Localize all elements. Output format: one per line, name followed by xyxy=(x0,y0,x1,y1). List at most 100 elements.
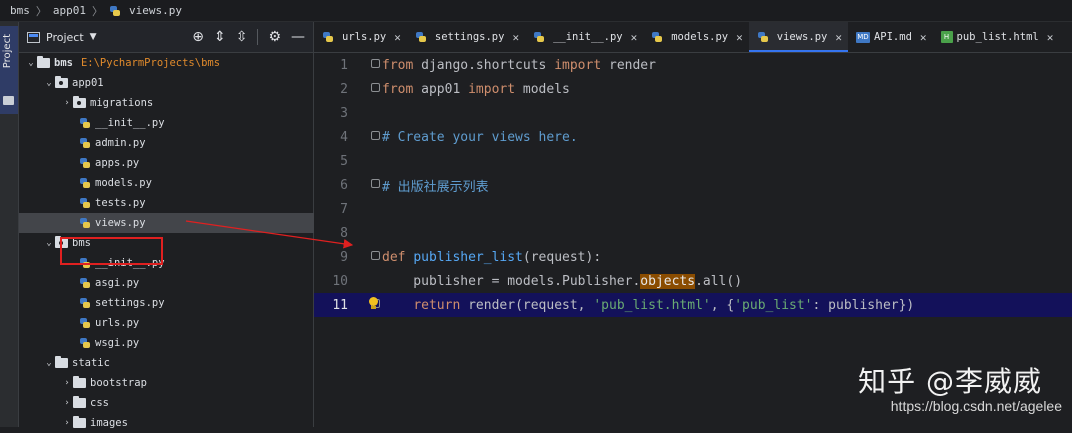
gutter xyxy=(348,269,382,293)
code-line[interactable]: 1 from django.shortcuts import render xyxy=(314,53,1072,77)
close-icon[interactable]: ✕ xyxy=(736,31,743,44)
tab-settings-py[interactable]: settings.py ✕ xyxy=(407,22,525,52)
project-tool-tab[interactable]: Project xyxy=(0,26,18,114)
tab-label: __init__.py xyxy=(553,31,623,43)
breadcrumb-item-views[interactable]: views.py xyxy=(109,4,182,17)
code-line[interactable]: 11 return render(request, 'pub_list.html… xyxy=(314,293,1072,317)
tab-label: urls.py xyxy=(342,31,387,43)
code-line[interactable]: 3 xyxy=(314,101,1072,125)
close-icon[interactable]: ✕ xyxy=(631,31,638,44)
tree-item-label: urls.py xyxy=(95,317,140,329)
code-line[interactable]: 7 xyxy=(314,197,1072,221)
code-line[interactable]: 10 publisher = models.Publisher.objects.… xyxy=(314,269,1072,293)
code-text: publisher = models.Publisher.objects.all… xyxy=(382,273,742,289)
lightbulb-icon[interactable] xyxy=(368,297,378,309)
fold-marker-icon[interactable] xyxy=(371,131,380,140)
line-number: 11 xyxy=(332,297,348,313)
tree-item-bms-root[interactable]: ⌄ bms E:\PycharmProjects\bms xyxy=(19,53,319,73)
tab-pub-list-html[interactable]: H pub_list.html ✕ xyxy=(933,22,1060,52)
tree-item-images[interactable]: › images xyxy=(19,413,355,433)
code-token: import xyxy=(554,57,602,73)
line-number: 9 xyxy=(340,249,348,265)
code-token: def xyxy=(382,249,414,265)
folder-icon xyxy=(37,56,50,68)
close-icon[interactable]: ✕ xyxy=(394,31,401,44)
tree-item-css[interactable]: › css xyxy=(19,393,355,413)
code-line[interactable]: 9 def publisher_list(request): xyxy=(314,245,1072,269)
tab-init-py[interactable]: __init__.py ✕ xyxy=(525,22,643,52)
fold-marker-icon[interactable] xyxy=(371,59,380,68)
watermark-url: https://blog.csdn.net/agelee xyxy=(890,398,1062,414)
chevron-right-icon: 〉 xyxy=(92,4,103,18)
watermark-text: 知乎 @李威威 xyxy=(858,365,1042,398)
project-tool-tab-label: Project xyxy=(2,34,13,69)
tool-window-strip: Project xyxy=(0,22,19,427)
tree-item-label: migrations xyxy=(90,97,154,109)
code-line[interactable]: 6 # 出版社展示列表 xyxy=(314,173,1072,197)
chevron-right-icon[interactable]: › xyxy=(61,398,73,408)
tab-label: models.py xyxy=(671,31,729,43)
project-view-selector[interactable]: Project xyxy=(46,31,84,44)
close-icon[interactable]: ✕ xyxy=(1047,31,1054,44)
fold-marker-icon[interactable] xyxy=(371,83,380,92)
project-panel: Project ▼ ⊕ ⇕ ⇳ ⚙ — ⌄ bms E:\PycharmProj… xyxy=(19,22,373,429)
code-token: import xyxy=(468,81,516,97)
close-icon[interactable]: ✕ xyxy=(920,31,927,44)
tab-urls-py[interactable]: urls.py ✕ xyxy=(314,22,407,52)
annotation-highlight-box xyxy=(60,237,163,265)
editor-tab-bar: urls.py ✕ settings.py ✕ __init__.py ✕ mo… xyxy=(314,22,1072,53)
chevron-down-icon[interactable]: ⌄ xyxy=(43,78,55,88)
code-line[interactable]: 2 from app01 import models xyxy=(314,77,1072,101)
python-file-icon xyxy=(79,337,91,349)
folder-icon xyxy=(73,376,86,388)
line-number: 7 xyxy=(340,201,348,217)
fold-marker-icon[interactable] xyxy=(371,179,380,188)
code-token: app01 xyxy=(413,81,469,97)
breadcrumb-item-bms[interactable]: bms xyxy=(10,4,30,17)
code-token: # 出版社展示列表 xyxy=(382,179,489,195)
tab-models-py[interactable]: models.py ✕ xyxy=(643,22,749,52)
chevron-down-icon[interactable]: ⌄ xyxy=(43,358,55,368)
code-token: 'pub_list' xyxy=(734,297,813,313)
gutter xyxy=(348,53,382,77)
python-file-icon xyxy=(79,197,91,209)
code-token: return xyxy=(413,297,461,313)
code-text: def publisher_list(request): xyxy=(382,250,601,265)
python-file-icon xyxy=(757,31,769,43)
tab-api-md[interactable]: MD API.md ✕ xyxy=(848,22,933,52)
gutter xyxy=(348,149,382,173)
tree-item-static[interactable]: ⌄ static xyxy=(19,353,337,373)
chevron-down-icon[interactable]: ▼ xyxy=(90,32,97,42)
hide-panel-icon[interactable]: — xyxy=(291,29,305,45)
gear-icon[interactable]: ⚙ xyxy=(268,29,281,45)
tree-item-bootstrap[interactable]: › bootstrap xyxy=(19,373,355,393)
gutter xyxy=(348,173,382,197)
html-file-icon: H xyxy=(940,31,953,43)
chevron-right-icon[interactable]: › xyxy=(61,378,73,388)
chevron-down-icon[interactable]: ⌄ xyxy=(25,58,37,68)
code-line[interactable]: 5 xyxy=(314,149,1072,173)
tree-item-app01[interactable]: ⌄ app01 xyxy=(19,73,337,93)
chevron-right-icon: 〉 xyxy=(35,4,47,18)
chevron-right-icon[interactable]: › xyxy=(61,98,73,108)
tree-item-migrations[interactable]: › migrations xyxy=(19,93,355,113)
breadcrumb-item-app01[interactable]: app01 xyxy=(53,4,86,17)
close-icon[interactable]: ✕ xyxy=(512,31,519,44)
python-file-icon xyxy=(651,31,663,43)
divider xyxy=(257,29,259,45)
collapse-all-icon[interactable]: ⇳ xyxy=(236,29,248,45)
code-line[interactable]: 8 xyxy=(314,221,1072,245)
tree-item-label: static xyxy=(72,357,110,369)
chevron-down-icon[interactable]: ⌄ xyxy=(43,238,55,248)
tab-views-py[interactable]: views.py ✕ xyxy=(748,22,849,52)
code-line[interactable]: 4 # Create your views here. xyxy=(314,125,1072,149)
line-number: 6 xyxy=(340,177,348,193)
code-token: (request): xyxy=(522,249,602,265)
expand-all-icon[interactable]: ⇕ xyxy=(214,29,226,45)
close-icon[interactable]: ✕ xyxy=(835,31,842,44)
code-token: from xyxy=(382,81,414,97)
code-token: publisher = models.Publisher. xyxy=(382,273,641,289)
locate-file-icon[interactable]: ⊕ xyxy=(192,29,204,45)
fold-marker-icon[interactable] xyxy=(371,251,380,260)
